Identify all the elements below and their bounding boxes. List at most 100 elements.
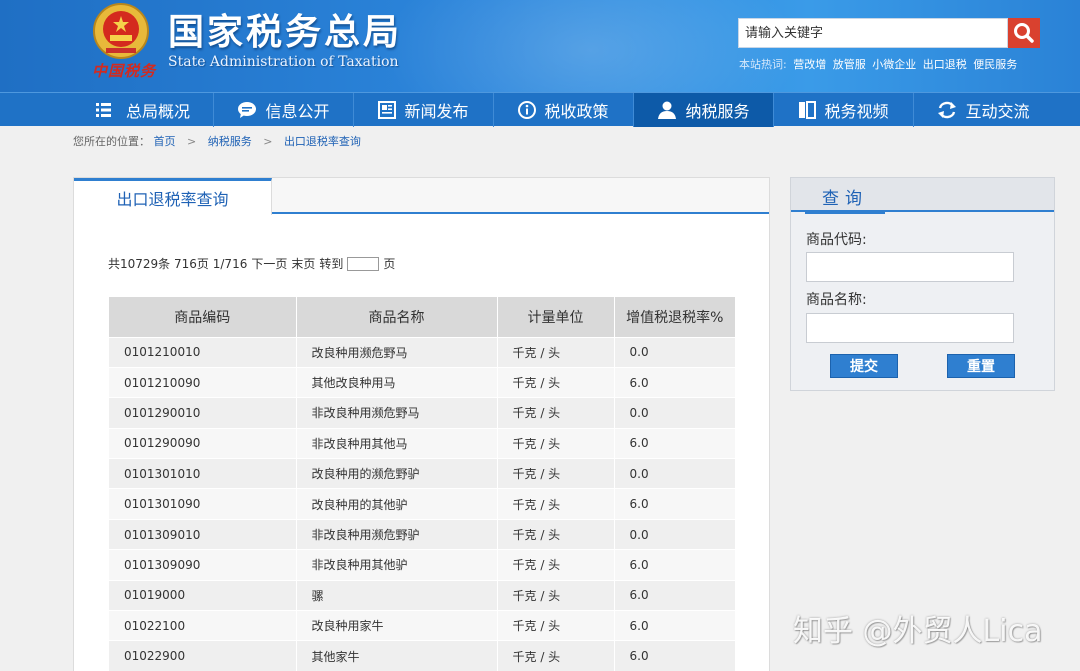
cell-product-code: 0101210090 bbox=[109, 366, 297, 398]
pager-last[interactable]: 末页 bbox=[291, 255, 315, 272]
hot-keyword[interactable]: 营改增 bbox=[793, 58, 826, 71]
product-name-input[interactable] bbox=[806, 313, 1014, 343]
cell-rebate-rate: 6.0 bbox=[614, 549, 735, 581]
watermark: 知乎 @外贸人Lica bbox=[793, 614, 1043, 649]
nav-item-interaction[interactable]: 互动交流 bbox=[913, 93, 1053, 127]
table-row: 01022100 改良种用家牛 千克 / 头 6.0 bbox=[109, 610, 735, 641]
nav-item-label: 互动交流 bbox=[965, 102, 1030, 121]
cell-product-code: 01019000 bbox=[109, 579, 297, 611]
cell-unit: 千克 / 头 bbox=[497, 336, 615, 368]
query-panel: 查询 商品代码: 商品名称: 提交 重置 bbox=[790, 177, 1055, 391]
table-row: 0101309090 非改良种用其他驴 千克 / 头 6.0 bbox=[109, 549, 735, 581]
nav-item-tax-policy[interactable]: 税收政策 bbox=[493, 93, 633, 127]
cell-product-code: 0101309010 bbox=[109, 518, 297, 550]
hot-keyword[interactable]: 出口退税 bbox=[923, 58, 967, 71]
nav-item-label: 总局概况 bbox=[125, 102, 190, 121]
pager-goto-input[interactable] bbox=[347, 256, 380, 271]
table-header-row: 商品编码 商品名称 计量单位 增值税退税率% bbox=[109, 297, 735, 337]
pager-next[interactable]: 下一页 bbox=[251, 255, 287, 272]
table-row: 01022900 其他家牛 千克 / 头 6.0 bbox=[109, 640, 735, 671]
cell-unit: 千克 / 头 bbox=[497, 427, 615, 459]
cell-rebate-rate: 0.0 bbox=[614, 518, 735, 550]
nav-item-taxpayer-service[interactable]: 纳税服务 bbox=[633, 93, 773, 127]
hot-keyword[interactable]: 小微企业 bbox=[872, 58, 916, 71]
col-header-unit: 计量单位 bbox=[497, 297, 615, 337]
cell-unit: 千克 / 头 bbox=[497, 366, 615, 398]
cell-rebate-rate: 6.0 bbox=[614, 366, 735, 398]
cell-rebate-rate: 0.0 bbox=[614, 336, 735, 368]
cell-product-name: 改良种用的濒危野驴 bbox=[296, 458, 498, 489]
search-input[interactable] bbox=[738, 18, 1008, 48]
video-book-icon bbox=[799, 101, 817, 119]
cell-rebate-rate: 0.0 bbox=[614, 397, 735, 429]
cell-product-name: 非改良种用濒危野驴 bbox=[296, 518, 498, 550]
main-panel: 出口退税率查询 共10729条 716页 1/716 下一页 末页 转到 页 商… bbox=[73, 177, 770, 671]
cell-unit: 千克 / 头 bbox=[497, 640, 615, 671]
reset-button[interactable]: 重置 bbox=[947, 354, 1015, 378]
cell-rebate-rate: 0.0 bbox=[614, 458, 735, 489]
breadcrumb-home[interactable]: 首页 bbox=[154, 135, 176, 148]
tab-bar: 出口退税率查询 bbox=[74, 178, 769, 215]
col-header-name: 商品名称 bbox=[296, 297, 498, 337]
cell-product-code: 0101290090 bbox=[109, 427, 297, 459]
cell-product-name: 非改良种用其他驴 bbox=[296, 549, 498, 581]
cell-unit: 千克 / 头 bbox=[497, 610, 615, 641]
search-button[interactable] bbox=[1008, 18, 1040, 48]
query-panel-header: 查询 bbox=[791, 178, 1054, 214]
newspaper-icon bbox=[378, 101, 397, 119]
tab-export-rebate-query[interactable]: 出口退税率查询 bbox=[74, 178, 272, 215]
national-emblem-icon[interactable] bbox=[92, 2, 150, 60]
cell-product-code: 01022100 bbox=[109, 610, 297, 641]
table-row: 0101290010 非改良种用濒危野马 千克 / 头 0.0 bbox=[109, 397, 735, 429]
cell-product-name: 其他家牛 bbox=[296, 640, 498, 671]
pager-total: 共10729条 bbox=[108, 257, 171, 271]
cell-rebate-rate: 6.0 bbox=[614, 488, 735, 520]
pager: 共10729条 716页 1/716 下一页 末页 转到 页 bbox=[108, 255, 395, 272]
site-title[interactable]: 国家税务总局 bbox=[168, 12, 402, 54]
table-row: 0101301090 改良种用的其他驴 千克 / 头 6.0 bbox=[109, 488, 735, 520]
breadcrumb-taxpayer-service[interactable]: 纳税服务 bbox=[208, 135, 252, 148]
breadcrumb: 您所在的位置： 首页 > 纳税服务 > 出口退税率查询 bbox=[73, 133, 361, 149]
cell-product-name: 改良种用家牛 bbox=[296, 610, 498, 641]
pager-unit: 页 bbox=[383, 257, 396, 271]
col-header-rate: 增值税退税率% bbox=[614, 297, 735, 337]
cell-product-name: 改良种用的其他驴 bbox=[296, 488, 498, 520]
exchange-icon bbox=[938, 101, 957, 119]
cell-product-name: 非改良种用濒危野马 bbox=[296, 397, 498, 429]
nav-item-news[interactable]: 新闻发布 bbox=[353, 93, 493, 127]
cell-product-code: 01022900 bbox=[109, 640, 297, 671]
cell-product-name: 非改良种用其他马 bbox=[296, 427, 498, 459]
hot-keyword[interactable]: 便民服务 bbox=[973, 58, 1017, 71]
breadcrumb-separator: > bbox=[263, 135, 273, 148]
cell-product-code: 0101210010 bbox=[109, 336, 297, 368]
info-icon bbox=[518, 101, 537, 119]
submit-button[interactable]: 提交 bbox=[830, 354, 898, 378]
nav-item-label: 信息公开 bbox=[265, 102, 330, 121]
cell-product-code: 0101290010 bbox=[109, 397, 297, 429]
product-code-input[interactable] bbox=[806, 252, 1014, 282]
breadcrumb-prefix: 您所在的位置： bbox=[73, 135, 150, 148]
site-subtitle: State Administration of Taxation bbox=[168, 54, 399, 70]
pager-current: 1/716 bbox=[212, 256, 248, 271]
nav-item-info-disclosure[interactable]: 信息公开 bbox=[213, 93, 353, 127]
pager-pages: 716页 bbox=[174, 257, 209, 271]
table-row: 01019000 骡千克 / 头 6.0 bbox=[109, 579, 735, 611]
breadcrumb-separator: > bbox=[187, 135, 197, 148]
nav-item-label: 税收政策 bbox=[544, 102, 609, 121]
cell-product-name: 骡 bbox=[296, 579, 498, 611]
cell-rebate-rate: 6.0 bbox=[614, 610, 735, 641]
main-nav: 总局概况 信息公开 新闻发布 税收政策 纳税服务 税务视频 互动交流 bbox=[0, 92, 1080, 127]
nav-item-overview[interactable]: 总局概况 bbox=[73, 93, 213, 127]
nav-item-label: 税务视频 bbox=[824, 102, 889, 121]
col-header-code: 商品编码 bbox=[109, 297, 297, 337]
cell-unit: 千克 / 头 bbox=[497, 397, 615, 429]
menu-icon bbox=[95, 103, 111, 117]
breadcrumb-current[interactable]: 出口退税率查询 bbox=[284, 135, 361, 148]
cell-unit: 千克 / 头 bbox=[497, 488, 615, 520]
table-row: 0101210010 改良种用濒危野马 千克 / 头 0.0 bbox=[109, 336, 735, 368]
cell-product-name: 其他改良种用马 bbox=[296, 366, 498, 398]
nav-item-tax-video[interactable]: 税务视频 bbox=[773, 93, 913, 127]
query-panel-title: 查询 bbox=[805, 182, 885, 214]
cell-product-code: 0101309090 bbox=[109, 549, 297, 581]
hot-keyword[interactable]: 放管服 bbox=[833, 58, 866, 71]
